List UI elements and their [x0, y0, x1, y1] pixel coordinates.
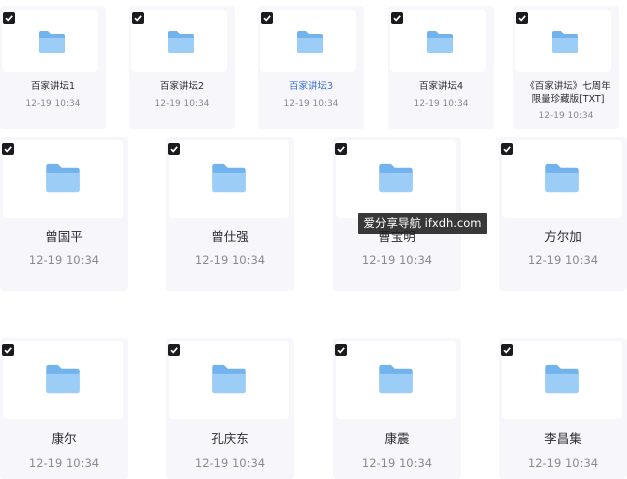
checkbox-checked-icon[interactable]	[2, 143, 14, 155]
checkbox-checked-icon[interactable]	[3, 12, 15, 24]
checkbox-checked-icon[interactable]	[501, 344, 513, 356]
file-thumbnail[interactable]	[515, 10, 611, 72]
file-date: 12-19 10:34	[28, 253, 100, 267]
file-date: 12-19 10:34	[538, 111, 594, 121]
file-thumbnail[interactable]	[2, 10, 98, 72]
file-name[interactable]: 百家讲坛3	[258, 80, 364, 94]
file-thumbnail[interactable]	[3, 341, 123, 419]
file-card[interactable]: 李昌集 12-19 10:34	[499, 338, 627, 479]
checkbox-checked-icon[interactable]	[335, 143, 347, 155]
checkbox-checked-icon[interactable]	[516, 12, 528, 24]
checkbox-checked-icon[interactable]	[335, 344, 347, 356]
folder-icon	[212, 163, 246, 193]
folder-icon	[379, 163, 413, 193]
file-thumbnail[interactable]	[336, 341, 456, 419]
file-name[interactable]: 方尔加	[499, 230, 627, 244]
folder-icon	[46, 163, 80, 193]
checkbox-checked-icon[interactable]	[391, 12, 403, 24]
file-card[interactable]: 方尔加 12-19 10:34	[499, 137, 627, 291]
file-name[interactable]: 百家讲坛2	[129, 80, 235, 94]
file-name[interactable]: 孔庆东	[166, 432, 294, 446]
file-name[interactable]: 《百家讲坛》七周年限量珍藏版[TXT]	[521, 80, 615, 106]
file-thumbnail[interactable]	[390, 10, 486, 72]
file-thumbnail[interactable]	[169, 341, 289, 419]
file-date: 12-19 10:34	[194, 456, 266, 470]
file-date: 12-19 10:34	[154, 99, 210, 109]
file-name[interactable]: 康尔	[0, 432, 128, 446]
file-date: 12-19 10:34	[25, 99, 81, 109]
file-thumbnail[interactable]	[502, 140, 622, 218]
file-card[interactable]: 百家讲坛4 12-19 10:34	[388, 6, 494, 129]
file-date: 12-19 10:34	[361, 456, 433, 470]
file-card[interactable]: 百家讲坛1 12-19 10:34	[0, 6, 106, 129]
file-card[interactable]: 《百家讲坛》七周年限量珍藏版[TXT] 12-19 10:34	[513, 6, 619, 129]
folder-icon	[552, 31, 578, 53]
file-date: 12-19 10:34	[361, 253, 433, 267]
file-name[interactable]: 曾国平	[0, 230, 128, 244]
folder-icon	[545, 163, 579, 193]
file-date: 12-19 10:34	[413, 99, 469, 109]
folder-icon	[427, 31, 453, 53]
checkbox-checked-icon[interactable]	[2, 344, 14, 356]
file-date: 12-19 10:34	[527, 253, 599, 267]
checkbox-checked-icon[interactable]	[501, 143, 513, 155]
file-name[interactable]: 曾仕强	[166, 230, 294, 244]
folder-icon	[545, 364, 579, 394]
checkbox-checked-icon[interactable]	[168, 344, 180, 356]
folder-icon	[212, 364, 246, 394]
file-card[interactable]: 曾国平 12-19 10:34	[0, 137, 128, 291]
file-thumbnail[interactable]	[336, 140, 456, 218]
file-card[interactable]: 康尔 12-19 10:34	[0, 338, 128, 479]
checkbox-checked-icon[interactable]	[261, 12, 273, 24]
file-thumbnail[interactable]	[131, 10, 227, 72]
checkbox-checked-icon[interactable]	[168, 143, 180, 155]
file-name[interactable]: 李昌集	[499, 432, 627, 446]
file-thumbnail[interactable]	[3, 140, 123, 218]
file-card[interactable]: 康震 12-19 10:34	[333, 338, 461, 479]
folder-icon	[39, 31, 65, 53]
file-date: 12-19 10:34	[527, 456, 599, 470]
file-thumbnail[interactable]	[502, 341, 622, 419]
watermark-overlay: 爱分享导航 ifxdh.com	[358, 213, 487, 234]
folder-icon	[46, 364, 80, 394]
folder-icon	[379, 364, 413, 394]
file-card[interactable]: 百家讲坛2 12-19 10:34	[129, 6, 235, 129]
folder-icon	[168, 31, 194, 53]
folder-icon	[297, 31, 323, 53]
file-card[interactable]: 曾仕强 12-19 10:34	[166, 137, 294, 291]
file-date: 12-19 10:34	[28, 456, 100, 470]
file-thumbnail[interactable]	[260, 10, 356, 72]
file-card[interactable]: 百家讲坛3 12-19 10:34	[258, 6, 364, 129]
file-date: 12-19 10:34	[283, 99, 339, 109]
file-card[interactable]: 孔庆东 12-19 10:34	[166, 338, 294, 479]
checkbox-checked-icon[interactable]	[132, 12, 144, 24]
file-name[interactable]: 百家讲坛4	[388, 80, 494, 94]
file-name[interactable]: 百家讲坛1	[0, 80, 106, 94]
file-name[interactable]: 康震	[333, 432, 461, 446]
file-date: 12-19 10:34	[194, 253, 266, 267]
file-thumbnail[interactable]	[169, 140, 289, 218]
